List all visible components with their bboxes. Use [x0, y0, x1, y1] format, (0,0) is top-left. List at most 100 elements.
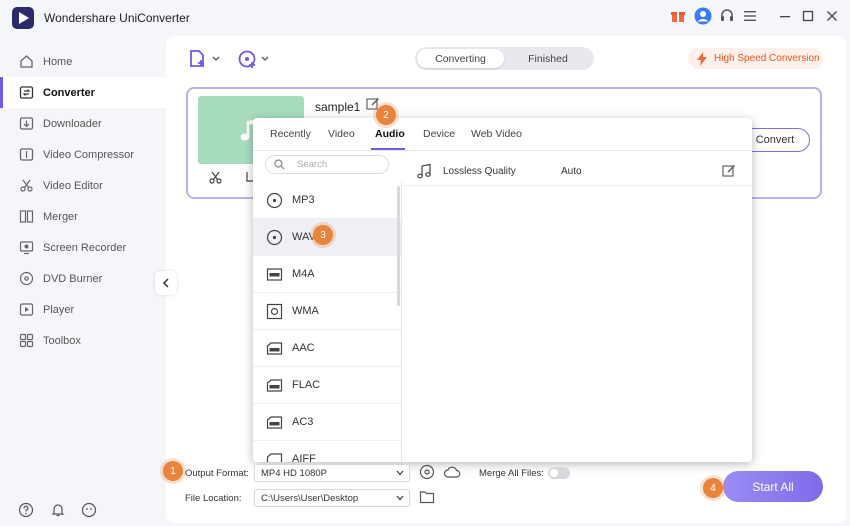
- tab-device[interactable]: Device: [423, 128, 455, 140]
- aac-file-icon: [265, 339, 283, 357]
- format-label: FLAC: [292, 379, 321, 391]
- tab-converting[interactable]: Converting: [417, 49, 504, 68]
- close-icon[interactable]: [822, 6, 842, 26]
- tab-web-video[interactable]: Web Video: [471, 128, 522, 140]
- start-all-button[interactable]: Start All: [723, 471, 823, 502]
- output-format-dropdown[interactable]: MP4 HD 1080P: [254, 464, 410, 482]
- quality-row[interactable]: Lossless Quality Auto: [403, 158, 752, 186]
- aiff-file-icon: [265, 450, 283, 462]
- settings-disc-icon[interactable]: [419, 464, 435, 480]
- add-file-icon: [190, 50, 220, 67]
- player-icon: [18, 302, 34, 318]
- format-label: AIFF: [292, 453, 316, 462]
- feedback-icon[interactable]: [81, 502, 97, 518]
- sidebar-item-video-compressor[interactable]: Video Compressor: [0, 139, 166, 170]
- format-item-aiff[interactable]: AIFF: [253, 441, 401, 462]
- sidebar-item-downloader[interactable]: Downloader: [0, 108, 166, 139]
- format-item-mp3[interactable]: MP3: [253, 182, 401, 219]
- file-location-dropdown[interactable]: C:\Users\User\Desktop: [254, 489, 410, 507]
- menu-icon[interactable]: [741, 6, 761, 26]
- tab-recently[interactable]: Recently: [270, 128, 311, 140]
- compress-icon: [18, 147, 34, 163]
- high-speed-conversion-toggle[interactable]: High Speed Conversion: [688, 48, 823, 69]
- step-badge-1: 1: [163, 461, 183, 481]
- format-item-aac[interactable]: AAC: [253, 330, 401, 367]
- dvd-icon: [18, 271, 34, 287]
- collapse-sidebar-button[interactable]: [155, 271, 177, 295]
- account-icon[interactable]: [693, 6, 713, 26]
- home-icon: [18, 54, 34, 70]
- format-popup: Recently Video Audio Device Web Video Se…: [253, 118, 752, 462]
- merge-all-toggle[interactable]: [548, 467, 570, 479]
- minimize-icon[interactable]: [775, 6, 795, 26]
- format-list: MP3 WAV M4A WMA AAC FLAC AC3 AIFF: [253, 182, 402, 462]
- cloud-icon[interactable]: [443, 464, 461, 480]
- help-icon[interactable]: [18, 502, 34, 518]
- sidebar-item-video-editor[interactable]: Video Editor: [0, 170, 166, 201]
- search-placeholder: Search: [297, 159, 328, 170]
- sidebar-item-converter[interactable]: Converter: [0, 77, 166, 108]
- folder-icon[interactable]: [419, 490, 435, 504]
- divider: [253, 150, 752, 151]
- format-list-scrollbar[interactable]: [397, 186, 400, 306]
- sidebar-item-label: DVD Burner: [43, 272, 103, 285]
- add-file-button[interactable]: [188, 49, 222, 69]
- disc-icon: [265, 191, 283, 209]
- headset-icon[interactable]: [717, 6, 737, 26]
- sidebar-item-label: Merger: [43, 210, 78, 223]
- toolbox-icon: [18, 333, 34, 349]
- format-item-m4a[interactable]: M4A: [253, 256, 401, 293]
- format-label: WMA: [292, 305, 319, 317]
- add-dvd-button[interactable]: [237, 49, 271, 69]
- screen-record-icon: [18, 240, 34, 256]
- format-label: MP3: [292, 194, 315, 206]
- format-label: AC3: [292, 416, 314, 428]
- format-search-input[interactable]: Search: [265, 155, 389, 174]
- gift-icon[interactable]: [668, 6, 688, 26]
- file-name: sample1: [315, 100, 361, 114]
- chevron-left-icon: [162, 278, 169, 288]
- step-badge-4: 4: [703, 478, 723, 498]
- sidebar-item-label: Home: [43, 55, 73, 68]
- tab-audio[interactable]: Audio: [375, 128, 405, 140]
- sidebar-item-player[interactable]: Player: [0, 294, 166, 325]
- disc-icon: [265, 228, 283, 246]
- downloader-icon: [18, 116, 34, 132]
- app-logo: [12, 7, 34, 29]
- lightning-icon: [697, 51, 707, 66]
- sidebar-item-toolbox[interactable]: Toolbox: [0, 325, 166, 356]
- tab-video[interactable]: Video: [328, 128, 355, 140]
- tab-finished[interactable]: Finished: [504, 49, 592, 68]
- sidebar-item-label: Video Editor: [43, 179, 103, 192]
- sidebar-item-label: Video Compressor: [43, 148, 134, 161]
- step-badge-3: 3: [313, 225, 333, 245]
- status-tabs: Converting Finished: [415, 47, 594, 70]
- format-item-ac3[interactable]: AC3: [253, 404, 401, 441]
- wma-file-icon: [265, 302, 283, 320]
- quality-name: Lossless Quality: [443, 166, 516, 177]
- sidebar-item-dvd-burner[interactable]: DVD Burner: [0, 263, 166, 294]
- m4a-file-icon: [265, 265, 283, 283]
- app-title: Wondershare UniConverter: [44, 11, 190, 25]
- music-note-icon: [416, 163, 432, 179]
- flac-file-icon: [265, 376, 283, 394]
- sidebar-item-label: Screen Recorder: [43, 241, 127, 254]
- maximize-icon[interactable]: [798, 6, 818, 26]
- sidebar-item-merger[interactable]: Merger: [0, 201, 166, 232]
- format-item-flac[interactable]: FLAC: [253, 367, 401, 404]
- converter-icon: [18, 85, 34, 101]
- add-dvd-icon: [238, 50, 269, 68]
- search-icon: [274, 159, 285, 170]
- bell-icon[interactable]: [50, 502, 66, 518]
- chevron-down-icon: [396, 470, 404, 476]
- trim-icon[interactable]: [209, 171, 223, 184]
- edit-quality-icon[interactable]: [722, 164, 736, 178]
- sidebar-item-screen-recorder[interactable]: Screen Recorder: [0, 232, 166, 263]
- sidebar: Home Converter Downloader Video Compress…: [0, 36, 166, 526]
- merge-all-label: Merge All Files:: [479, 468, 544, 479]
- format-item-wma[interactable]: WMA: [253, 293, 401, 330]
- file-location-label: File Location:: [185, 493, 242, 504]
- high-speed-label: High Speed Conversion: [714, 53, 820, 64]
- chevron-down-icon: [396, 495, 404, 501]
- sidebar-item-home[interactable]: Home: [0, 46, 166, 77]
